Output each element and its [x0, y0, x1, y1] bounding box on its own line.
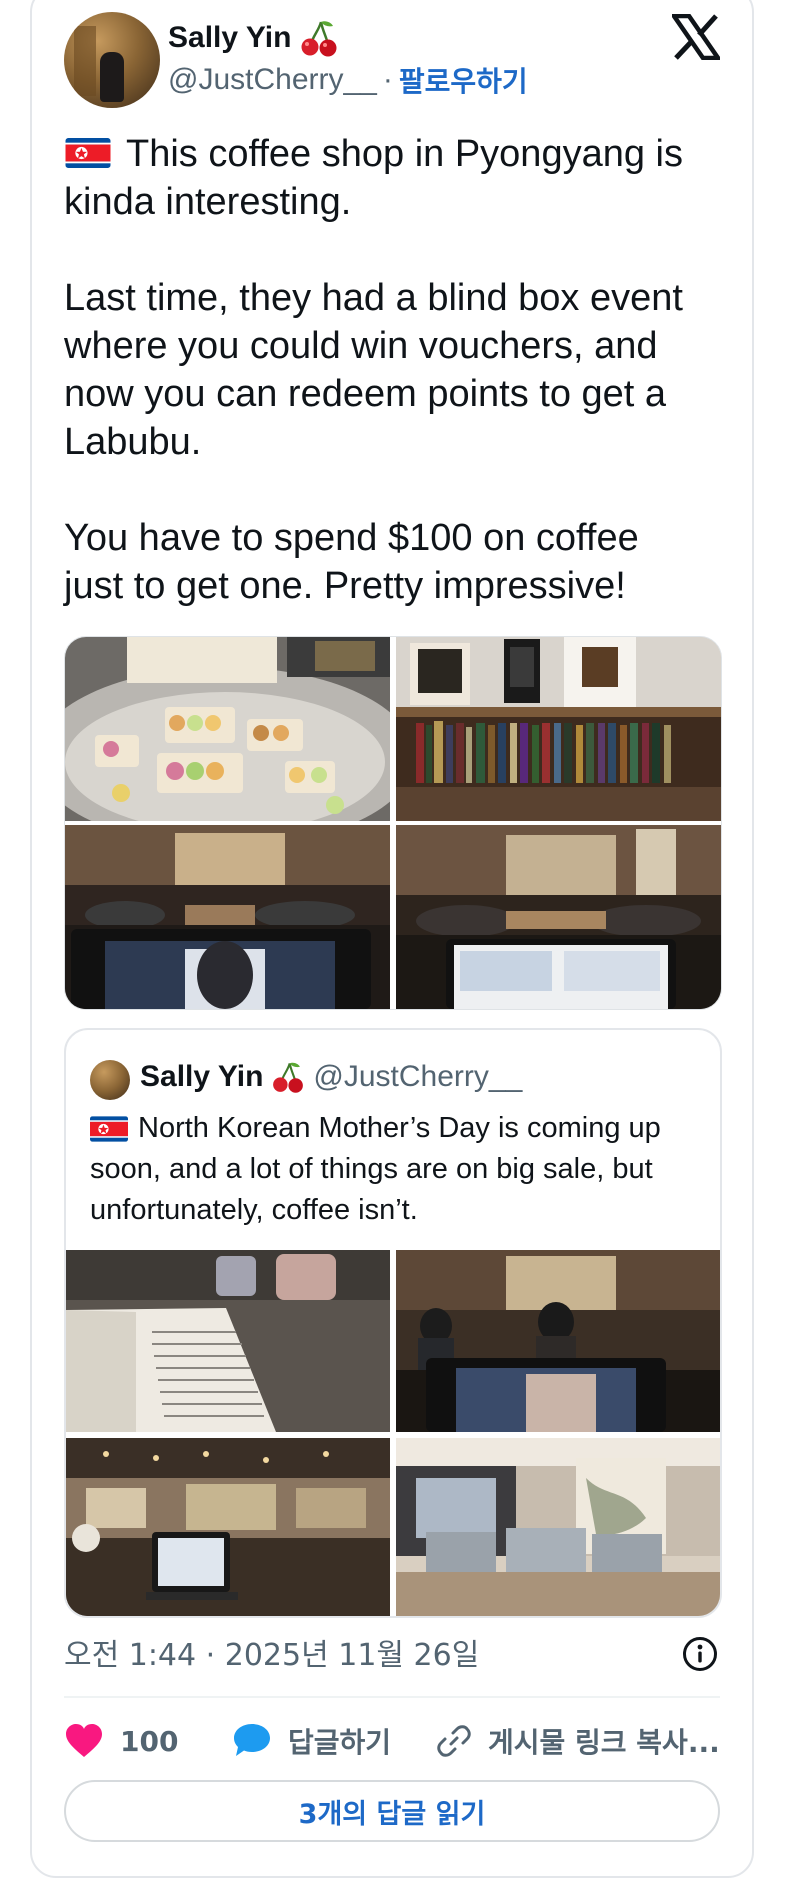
- like-count: 100: [120, 1724, 179, 1758]
- author-handle-row: @JustCherry__ · 팔로우하기: [168, 60, 528, 100]
- quoted-author-avatar[interactable]: [90, 1060, 130, 1100]
- read-replies-button[interactable]: 3개의 답글 읽기: [64, 1780, 720, 1842]
- handle-separator: ·: [382, 63, 393, 96]
- quoted-author-name[interactable]: Sally Yin: [140, 1060, 263, 1094]
- follow-link[interactable]: 팔로우하기: [399, 60, 528, 100]
- cherry-icon: [299, 18, 339, 58]
- photo-cafe-people[interactable]: [396, 1250, 720, 1432]
- tweet-text: This coffee shop in Pyongyang is kinda i…: [64, 133, 683, 607]
- photo-lounge-wide[interactable]: [396, 825, 721, 1009]
- link-icon: [436, 1723, 472, 1759]
- reply-label: 답글하기: [288, 1726, 392, 1759]
- tweet-timestamp[interactable]: 오전 1:44 · 2025년 11월 26일: [64, 1630, 479, 1674]
- timestamp-separator: ·: [205, 1638, 216, 1673]
- heart-icon: [64, 1723, 104, 1759]
- photo-bookshelf[interactable]: [396, 637, 721, 821]
- photo-lounge-laptop[interactable]: [65, 825, 390, 1009]
- photo-pastry-display[interactable]: [65, 637, 390, 821]
- copy-link-label: 게시물 링크 복사...: [488, 1726, 720, 1759]
- tweet-date: 2025년 11월 26일: [224, 1638, 480, 1673]
- tweet-actions: 100 답글하기 게시물 링크 복사...: [64, 1716, 724, 1766]
- cherry-icon: [271, 1060, 305, 1094]
- tweet-media-grid[interactable]: [64, 636, 722, 1010]
- divider: [64, 1696, 720, 1698]
- reply-button[interactable]: 답글하기: [232, 1716, 391, 1766]
- x-logo-icon[interactable]: [669, 13, 723, 61]
- photo-open-book[interactable]: [66, 1250, 390, 1432]
- quoted-tweet-header: Sally Yin @JustCherry__: [140, 1060, 522, 1094]
- copy-link-button[interactable]: 게시물 링크 복사...: [436, 1716, 720, 1766]
- author-display-name[interactable]: Sally Yin: [168, 21, 291, 55]
- author-handle[interactable]: @JustCherry__: [168, 63, 377, 97]
- quoted-tweet-text: North Korean Mother’s Day is coming up s…: [90, 1112, 661, 1226]
- speech-bubble-icon: [232, 1722, 272, 1760]
- author-name-row: Sally Yin: [168, 18, 339, 58]
- photo-coffee-machines[interactable]: [396, 1438, 720, 1616]
- quoted-tweet[interactable]: Sally Yin @JustCherry__ North Korean Mot…: [64, 1028, 722, 1618]
- tweet-time: 오전 1:44: [64, 1638, 197, 1673]
- info-icon[interactable]: [682, 1636, 718, 1672]
- quoted-author-handle[interactable]: @JustCherry__: [313, 1060, 522, 1094]
- quoted-media-grid[interactable]: [66, 1250, 720, 1616]
- photo-cafe-interior[interactable]: [66, 1438, 390, 1616]
- like-button[interactable]: 100: [64, 1716, 178, 1766]
- author-avatar[interactable]: [64, 12, 160, 108]
